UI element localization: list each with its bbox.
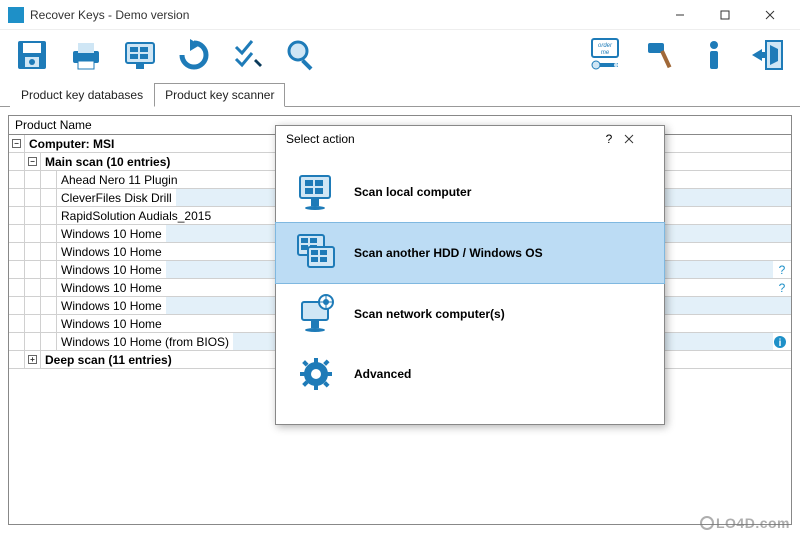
action-advanced[interactable]: Advanced xyxy=(276,344,664,404)
action-network-label: Scan network computer(s) xyxy=(354,307,505,321)
windows-scan-icon[interactable] xyxy=(120,35,160,75)
item-label: Windows 10 Home xyxy=(57,245,166,259)
group-main-scan-label: Main scan (10 entries) xyxy=(41,155,174,169)
maximize-button[interactable] xyxy=(702,0,747,30)
action-scan-network[interactable]: Scan network computer(s) xyxy=(276,284,664,344)
close-button[interactable] xyxy=(747,0,792,30)
group-computer-label: Computer: MSI xyxy=(25,137,118,151)
check-select-icon[interactable] xyxy=(228,35,268,75)
item-label: Windows 10 Home xyxy=(57,263,166,277)
help-icon[interactable]: ? xyxy=(773,281,791,295)
item-label: Windows 10 Home xyxy=(57,317,166,331)
item-label: Windows 10 Home xyxy=(57,299,166,313)
svg-text:i: i xyxy=(779,338,782,349)
expander-minus-icon[interactable]: − xyxy=(28,157,37,166)
dialog-close-button[interactable] xyxy=(624,134,654,144)
tab-databases[interactable]: Product key databases xyxy=(10,83,154,107)
monitor-hdd-icon xyxy=(296,233,336,273)
globe-icon xyxy=(700,516,714,530)
action-advanced-label: Advanced xyxy=(354,367,411,381)
search-icon[interactable] xyxy=(282,35,322,75)
dialog-title-text: Select action xyxy=(286,132,594,146)
group-deep-scan-label: Deep scan (11 entries) xyxy=(41,353,176,367)
window-title: Recover Keys - Demo version xyxy=(30,8,657,22)
tab-scanner[interactable]: Product key scanner xyxy=(154,83,285,107)
hammer-icon[interactable] xyxy=(640,35,680,75)
item-label: RapidSolution Audials_2015 xyxy=(57,209,215,223)
app-icon xyxy=(8,7,24,23)
item-label: CleverFiles Disk Drill xyxy=(57,191,176,205)
item-label: Ahead Nero 11 Plugin xyxy=(57,173,182,187)
item-label: Windows 10 Home xyxy=(57,281,166,295)
info-icon[interactable]: i xyxy=(773,335,791,349)
action-scan-local[interactable]: Scan local computer xyxy=(276,162,664,222)
item-label: Windows 10 Home xyxy=(57,227,166,241)
svg-text:me: me xyxy=(601,50,610,56)
dialog-titlebar: Select action ? xyxy=(276,126,664,152)
select-action-dialog: Select action ? Scan local computer Scan… xyxy=(275,125,665,425)
info-icon[interactable] xyxy=(694,35,734,75)
print-icon[interactable] xyxy=(66,35,106,75)
network-computer-icon xyxy=(296,294,336,334)
save-icon[interactable] xyxy=(12,35,52,75)
dialog-body: Scan local computer Scan another HDD / W… xyxy=(276,152,664,424)
gear-icon xyxy=(296,354,336,394)
watermark: LO4D.com xyxy=(700,515,790,531)
window-controls xyxy=(657,0,792,30)
help-icon[interactable]: ? xyxy=(773,263,791,277)
titlebar: Recover Keys - Demo version xyxy=(0,0,800,30)
exit-icon[interactable] xyxy=(748,35,788,75)
svg-text:order: order xyxy=(598,43,613,49)
dialog-help-button[interactable]: ? xyxy=(594,132,624,146)
refresh-icon[interactable] xyxy=(174,35,214,75)
expander-minus-icon[interactable]: − xyxy=(12,139,21,148)
tab-bar: Product key databases Product key scanne… xyxy=(0,82,800,107)
item-label: Windows 10 Home (from BIOS) xyxy=(57,335,233,349)
expander-plus-icon[interactable]: + xyxy=(28,355,37,364)
toolbar: orderme xyxy=(0,30,800,80)
order-icon[interactable]: orderme xyxy=(586,35,626,75)
monitor-windows-icon xyxy=(296,172,336,212)
action-another-label: Scan another HDD / Windows OS xyxy=(354,246,543,260)
action-scan-another[interactable]: Scan another HDD / Windows OS xyxy=(275,222,665,284)
action-local-label: Scan local computer xyxy=(354,185,471,199)
minimize-button[interactable] xyxy=(657,0,702,30)
